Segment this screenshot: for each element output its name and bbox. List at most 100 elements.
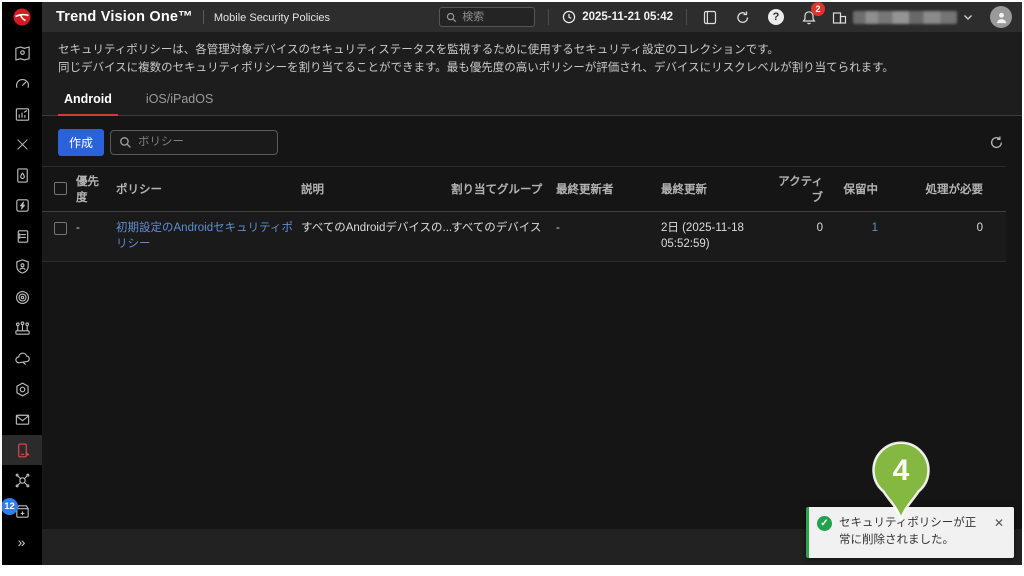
description-line-2: 同じデバイスに複数のセキュリティポリシーを割り当てることができます。最も優先度の… bbox=[58, 60, 1006, 78]
step-number: 4 bbox=[893, 454, 910, 487]
policies-table: 優先度 ポリシー 説明 割り当てグループ 最終更新者 最終更新 アクティブ 保留… bbox=[42, 166, 1022, 262]
book-icon bbox=[703, 10, 717, 25]
policy-lock-list-icon bbox=[14, 228, 31, 245]
app-titles: Trend Vision One™ Mobile Security Polici… bbox=[42, 9, 330, 25]
trend-micro-logo[interactable] bbox=[2, 2, 42, 32]
sidebar-item-xdr[interactable] bbox=[2, 130, 42, 161]
endpoint-security-gear-icon bbox=[14, 381, 31, 398]
table-toolbar: 作成 bbox=[42, 116, 1022, 166]
notifications-button[interactable]: 2 bbox=[799, 7, 819, 27]
platform-tabs: Android iOS/iPadOS bbox=[42, 78, 1022, 116]
col-last-updated: 最終更新 bbox=[661, 181, 776, 197]
col-description: 説明 bbox=[301, 181, 451, 197]
sidebar-item-network-security[interactable] bbox=[2, 465, 42, 496]
cell-priority: - bbox=[76, 220, 116, 237]
refresh-button[interactable] bbox=[989, 135, 1004, 150]
identity-shield-icon bbox=[14, 258, 31, 275]
tab-ios-ipados[interactable]: iOS/iPadOS bbox=[140, 92, 219, 115]
cell-description: すべてのAndroidデバイスの... bbox=[301, 220, 451, 237]
help-icon: ? bbox=[768, 9, 784, 25]
table-row: - 初期設定のAndroidセキュリティポリシー すべてのAndroidデバイス… bbox=[42, 212, 1006, 262]
header-divider bbox=[548, 9, 549, 25]
module-title: Mobile Security Policies bbox=[214, 12, 330, 24]
col-policy: ポリシー bbox=[116, 181, 301, 197]
col-active: アクティブ bbox=[776, 173, 831, 205]
description-line-1: セキュリティポリシーは、各管理対象デバイスのセキュリティステータスを監視するため… bbox=[58, 42, 1006, 60]
document-scan-icon bbox=[14, 167, 31, 184]
pending-count-link[interactable]: 1 bbox=[872, 222, 878, 234]
user-avatar[interactable] bbox=[990, 6, 1012, 28]
sidebar-item-mobile-security[interactable] bbox=[2, 435, 42, 466]
sidebar-item-cloud-security[interactable] bbox=[2, 343, 42, 374]
top-header: Trend Vision One™ Mobile Security Polici… bbox=[2, 2, 1022, 32]
create-policy-button[interactable]: 作成 bbox=[58, 129, 104, 156]
select-all-checkbox[interactable] bbox=[54, 182, 67, 195]
sidebar-item-quick-response[interactable] bbox=[2, 191, 42, 222]
sidebar-item-endpoint-security[interactable] bbox=[2, 374, 42, 405]
col-last-updated-by: 最終更新者 bbox=[556, 181, 661, 197]
policy-search[interactable] bbox=[110, 130, 278, 155]
person-icon bbox=[995, 11, 1008, 24]
attack-surface-network-icon bbox=[14, 320, 31, 337]
cloud-security-icon bbox=[14, 350, 31, 367]
cell-last-updated: 2日 (2025-11-18 05:52:59) bbox=[661, 220, 776, 253]
global-search-input[interactable] bbox=[462, 11, 522, 23]
notification-count-badge: 2 bbox=[811, 2, 825, 16]
col-pending: 保留中 bbox=[831, 181, 886, 197]
cell-active-count: 0 bbox=[776, 220, 831, 237]
header-divider bbox=[686, 9, 687, 25]
global-search[interactable] bbox=[439, 7, 535, 27]
xdr-x-icon bbox=[15, 137, 30, 152]
sidebar-item-dashboard[interactable] bbox=[2, 69, 42, 100]
title-divider bbox=[203, 10, 204, 24]
policy-search-input[interactable] bbox=[138, 136, 258, 148]
trend-micro-logo-icon bbox=[12, 7, 32, 27]
quick-response-bolt-icon bbox=[14, 197, 31, 214]
sidebar-item-attack-surface[interactable] bbox=[2, 313, 42, 344]
cell-last-updated-by: - bbox=[556, 220, 661, 237]
reports-chart-icon bbox=[14, 106, 31, 123]
sidebar-item-threat-intel[interactable] bbox=[2, 160, 42, 191]
sidebar-item-data-security[interactable] bbox=[2, 282, 42, 313]
col-action-required: 処理が必要 bbox=[886, 181, 991, 197]
account-selector[interactable] bbox=[832, 10, 973, 25]
help-button[interactable]: ? bbox=[766, 7, 786, 27]
tab-android[interactable]: Android bbox=[58, 92, 118, 115]
success-check-icon: ✓ bbox=[817, 516, 832, 531]
guided-tour-button[interactable] bbox=[733, 7, 753, 27]
console-time[interactable]: 2025-11-21 05:42 bbox=[562, 10, 673, 24]
tour-swirl-icon bbox=[735, 10, 751, 25]
sidebar-count-badge: 12 bbox=[2, 498, 18, 515]
sidebar-expand-button[interactable]: » bbox=[2, 527, 42, 558]
map-location-icon bbox=[14, 45, 31, 62]
sidebar-item-policies[interactable] bbox=[2, 221, 42, 252]
console-guide-button[interactable] bbox=[700, 7, 720, 27]
company-building-icon bbox=[832, 10, 847, 25]
refresh-icon bbox=[989, 135, 1004, 150]
clock-icon bbox=[562, 10, 576, 24]
sidebar-item-identity-security[interactable] bbox=[2, 252, 42, 283]
left-sidebar: 12 » bbox=[2, 32, 42, 565]
cell-assigned-group: すべてのデバイス bbox=[451, 220, 556, 237]
account-name-redacted bbox=[853, 11, 957, 24]
chevron-down-icon bbox=[963, 14, 973, 21]
data-stack-icon bbox=[14, 289, 31, 306]
header-actions: 2025-11-21 05:42 ? bbox=[439, 6, 1022, 28]
policy-link[interactable]: 初期設定のAndroidセキュリティポリシー bbox=[116, 222, 293, 251]
table-header-row: 優先度 ポリシー 説明 割り当てグループ 最終更新者 最終更新 アクティブ 保留… bbox=[42, 166, 1006, 212]
page-description: セキュリティポリシーは、各管理対象デバイスのセキュリティステータスを監視するため… bbox=[42, 32, 1022, 78]
row-checkbox[interactable] bbox=[54, 222, 67, 235]
sidebar-item-workflow[interactable]: 12 bbox=[2, 496, 42, 527]
sidebar-item-reports[interactable] bbox=[2, 99, 42, 130]
sidebar-item-email-security[interactable] bbox=[2, 404, 42, 435]
step-marker-balloon: 4 bbox=[866, 438, 936, 522]
mobile-security-icon bbox=[14, 442, 31, 459]
app-window: Trend Vision One™ Mobile Security Polici… bbox=[2, 2, 1022, 565]
search-icon bbox=[446, 12, 457, 23]
sidebar-item-map-location[interactable] bbox=[2, 38, 42, 69]
col-assigned-group: 割り当てグループ bbox=[451, 181, 556, 197]
product-title: Trend Vision One™ bbox=[56, 9, 193, 25]
dashboard-gauge-icon bbox=[14, 75, 31, 92]
col-priority: 優先度 bbox=[76, 173, 116, 205]
toast-close-button[interactable]: ✕ bbox=[992, 515, 1006, 531]
